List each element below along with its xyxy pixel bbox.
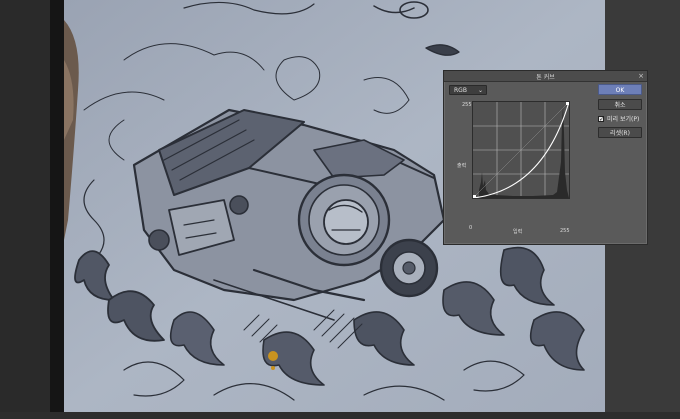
cancel-button[interactable]: 취소: [598, 99, 642, 110]
input-axis-label: 입력: [513, 229, 523, 235]
tone-curve-graph[interactable]: [472, 101, 570, 199]
app-window: 톤 커브 × RGB ⌄ 255 출력 0 입력 255 OK 취소 ✓ 미리 …: [0, 0, 680, 419]
curve-point-start[interactable]: [473, 195, 476, 198]
curve-plot: [473, 102, 569, 198]
ok-button[interactable]: OK: [598, 84, 642, 95]
finger-edge: [64, 20, 79, 240]
preview-checkbox[interactable]: ✓: [598, 116, 604, 123]
tone-curve-dialog: 톤 커브 × RGB ⌄ 255 출력 0 입력 255 OK 취소 ✓ 미리 …: [443, 70, 648, 245]
histogram: [479, 106, 569, 198]
dialog-titlebar[interactable]: 톤 커브 ×: [444, 71, 647, 82]
close-icon[interactable]: ×: [638, 72, 644, 80]
status-bar: [0, 412, 680, 419]
chevron-down-icon: ⌄: [477, 87, 483, 94]
input-max-label: 255: [560, 228, 570, 234]
curve-point-end[interactable]: [566, 102, 569, 105]
dialog-title: 톤 커브: [536, 74, 555, 81]
preview-checkbox-row[interactable]: ✓ 미리 보기(P): [598, 115, 646, 124]
preview-checkbox-label: 미리 보기(P): [607, 116, 640, 123]
canvas-left-border: [50, 0, 64, 419]
graph-max-label: 255: [462, 102, 472, 108]
channel-select[interactable]: RGB ⌄: [449, 85, 487, 95]
graph-min-label: 0: [469, 225, 473, 231]
output-axis-label: 출력: [457, 163, 467, 169]
channel-select-value: RGB: [454, 87, 467, 94]
reset-button[interactable]: 리셋(R): [598, 127, 642, 138]
left-panel: [0, 0, 50, 419]
